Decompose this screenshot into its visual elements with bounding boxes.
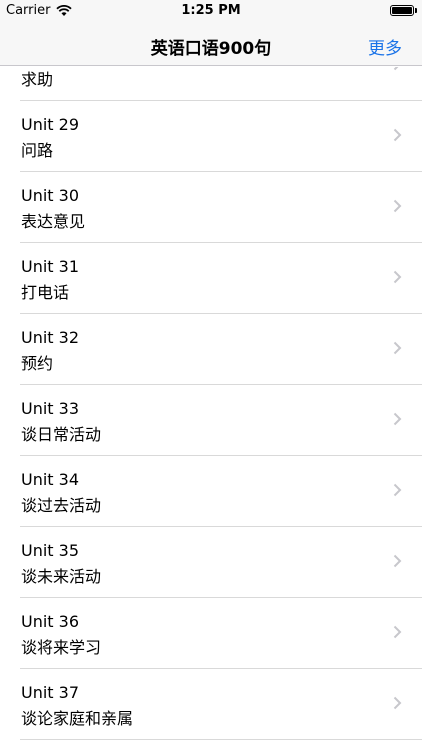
unit-number: Unit 32 <box>21 328 80 347</box>
chevron-right-icon <box>393 412 402 426</box>
list-item[interactable]: Unit 31 打电话 <box>0 243 422 314</box>
list-item[interactable]: Unit 34 谈过去活动 <box>0 456 422 527</box>
unit-number: Unit 30 <box>21 186 80 205</box>
unit-title: 求助 <box>21 70 54 89</box>
list-item[interactable]: Unit 30 表达意见 <box>0 172 422 243</box>
list-item[interactable]: Unit 37 谈论家庭和亲属 <box>0 669 422 740</box>
status-time: 1:25 PM <box>181 3 241 18</box>
unit-title: 谈日常活动 <box>21 425 102 444</box>
unit-number: Unit 34 <box>21 470 80 489</box>
battery-fill <box>392 7 412 14</box>
battery-tip <box>415 8 417 13</box>
list-item[interactable]: Unit 29 问路 <box>0 101 422 172</box>
unit-title: 谈论家庭和亲属 <box>21 709 134 728</box>
chevron-right-icon <box>393 696 402 710</box>
unit-number: Unit 31 <box>21 257 80 276</box>
row-separator <box>20 739 422 740</box>
unit-number: Unit 33 <box>21 399 80 418</box>
chevron-right-icon <box>393 128 402 142</box>
list-item[interactable]: Unit 35 谈未来活动 <box>0 527 422 598</box>
list-item[interactable]: 求助 <box>0 67 422 101</box>
list-item[interactable]: Unit 36 谈将来学习 <box>0 598 422 669</box>
unit-title: 谈过去活动 <box>21 496 102 515</box>
chevron-right-icon <box>393 199 402 213</box>
unit-title: 谈将来学习 <box>21 638 102 657</box>
chevron-right-icon <box>393 270 402 284</box>
chevron-right-icon <box>393 483 402 497</box>
battery-icon <box>390 5 414 16</box>
navigation-bar: 英语口语900句 更多 <box>0 22 422 66</box>
chevron-right-icon <box>393 554 402 568</box>
chevron-right-icon <box>393 341 402 355</box>
unit-list[interactable]: 求助 Unit 29 问路 Unit 30 表达意见 Unit 31 打电话 Unit 32 预… <box>0 67 422 750</box>
chevron-right-icon <box>393 625 402 639</box>
unit-title: 预约 <box>21 354 54 373</box>
list-item[interactable]: Unit 33 谈日常活动 <box>0 385 422 456</box>
unit-title: 表达意见 <box>21 212 86 231</box>
unit-number: Unit 35 <box>21 541 80 560</box>
unit-title: 打电话 <box>21 283 70 302</box>
unit-number: Unit 37 <box>21 683 80 702</box>
unit-title: 谈未来活动 <box>21 567 102 586</box>
unit-number: Unit 36 <box>21 612 80 631</box>
chevron-right-icon <box>393 67 399 71</box>
status-bar: Carrier 1:25 PM <box>0 0 422 22</box>
page-title: 英语口语900句 <box>150 39 272 59</box>
more-button[interactable]: 更多 <box>368 34 402 59</box>
unit-title: 问路 <box>21 141 54 160</box>
list-item[interactable]: Unit 32 预约 <box>0 314 422 385</box>
unit-number: Unit 29 <box>21 115 80 134</box>
